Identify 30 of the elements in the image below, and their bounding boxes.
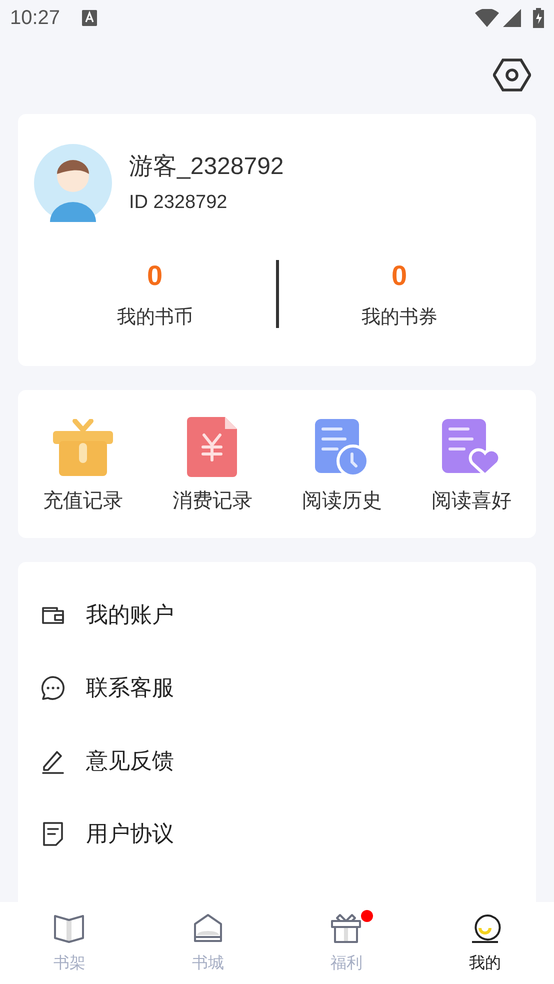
gift-icon [52, 419, 113, 477]
user-name: 游客_2328792 [129, 154, 284, 178]
yen-document-icon [187, 417, 238, 477]
keyboard-a-icon [82, 10, 98, 26]
stat-value: 0 [146, 262, 163, 290]
shortcut-item[interactable]: 阅读历史 [277, 417, 406, 511]
shortcut-item[interactable]: 充值记录 [18, 417, 148, 511]
house-icon [192, 912, 224, 944]
document-clock-icon [314, 419, 369, 477]
stat-value: 0 [391, 262, 408, 290]
wifi-icon [475, 9, 499, 27]
menu-item[interactable]: 我的账户 [86, 598, 174, 631]
menu-item[interactable]: 意见反馈 [86, 744, 174, 777]
shortcut-item[interactable]: 消费记录 [148, 417, 277, 511]
nav-tab[interactable]: 我的 [416, 902, 554, 984]
stat-label: 我的书币 [116, 308, 193, 326]
menu-item[interactable]: 联系客服 [86, 671, 174, 704]
user-id: ID 2328792 [129, 192, 228, 212]
shortcut-item[interactable]: 阅读喜好 [406, 417, 536, 511]
settings-button[interactable] [493, 56, 531, 94]
signal-icon [503, 9, 521, 27]
gift-icon [330, 912, 362, 944]
battery-icon [533, 8, 544, 28]
stat-label: 我的书券 [361, 308, 438, 326]
document-icon [40, 820, 66, 846]
chat-icon [40, 674, 66, 700]
avatar-icon [34, 144, 112, 222]
status-time: 10:27 [10, 6, 60, 31]
open-book-icon [53, 912, 86, 944]
menu-item[interactable]: 用户协议 [86, 817, 174, 850]
